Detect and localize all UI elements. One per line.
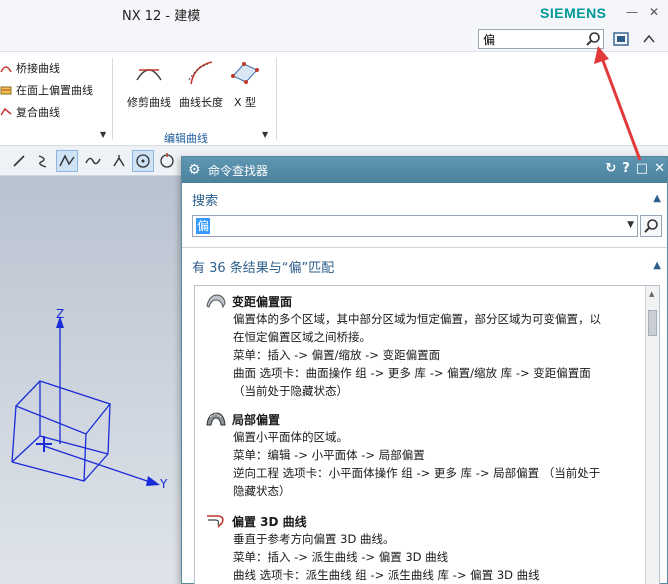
ribbon: 桥接曲线 在面上偏置曲线 复合曲线 ▼ 修剪曲线 曲线长度 X 型 编辑曲线 ▼ — [0, 52, 668, 146]
result-ribbon-path: 曲面 选项卡：曲面操作 组 -> 更多 库 -> 偏置/缩放 库 -> 变距偏置… — [233, 366, 591, 380]
result-ribbon-path: 逆向工程 选项卡：小平面体操作 组 -> 更多 库 -> 局部偏置 （当前处于 — [233, 466, 601, 480]
window-layout-icon[interactable] — [612, 30, 630, 48]
finder-search-input[interactable]: 偏 ▼ — [192, 215, 638, 237]
siemens-logo: SIEMENS — [540, 5, 607, 21]
edit-curve-group-label: 编辑曲线 — [164, 132, 208, 145]
ribbon-item-label: 桥接曲线 — [16, 62, 60, 75]
result-description: 在恒定偏置区域之间桥接。 — [233, 330, 371, 344]
trim-curve-button[interactable]: 修剪曲线 — [120, 58, 178, 110]
window-title: NX 12 - 建模 — [122, 9, 201, 24]
composite-curve-icon — [0, 107, 12, 116]
trim-curve-icon — [136, 69, 162, 81]
dialog-title: 命令查找器 — [208, 164, 269, 178]
result-status: （当前处于隐藏状态） — [233, 384, 348, 398]
results-list[interactable]: 变距偏置面 偏置体的多个区域，其中部分区域为恒定偏置，部分区域为可变偏置，以 在… — [194, 285, 660, 584]
dropdown-arrow-icon[interactable]: ▼ — [627, 220, 634, 230]
snap-spline-icon[interactable] — [82, 150, 104, 172]
close-icon[interactable]: ✕ — [654, 161, 665, 176]
gear-icon[interactable]: ⚙ — [188, 162, 201, 178]
title-bar: NX 12 - 建模 SIEMENS — ✕ — [0, 0, 668, 26]
result-menu-path: 菜单：编辑 -> 小平面体 -> 局部偏置 — [233, 448, 425, 462]
dialog-header: ⚙ 命令查找器 ↻ ? □ ✕ — [182, 157, 667, 183]
result-item-local-offset[interactable]: 局部偏置 偏置小平面体的区域。 菜单：编辑 -> 小平面体 -> 局部偏置 逆向… — [205, 410, 643, 500]
curve-length-icon — [188, 61, 213, 85]
ribbon-item-label: 在面上偏置曲线 — [16, 84, 93, 97]
finder-search-value: 偏 — [196, 218, 211, 234]
ribbon-item-offset-curve-on-face[interactable]: 在面上偏置曲线 — [0, 80, 93, 100]
collapse-results-icon[interactable]: ▲ — [653, 260, 661, 271]
results-header: 有 36 条结果与“偏”匹配 — [192, 261, 335, 276]
result-description: 偏置体的多个区域，其中部分区域为恒定偏置，部分区域为可变偏置，以 — [233, 312, 601, 326]
trim-curve-label: 修剪曲线 — [127, 96, 171, 109]
results-scrollbar[interactable]: ▲ — [645, 286, 659, 584]
help-icon[interactable]: ? — [622, 161, 630, 176]
ribbon-item-bridge-curve[interactable]: 桥接曲线 — [0, 58, 60, 78]
result-title: 偏置 3D 曲线 — [232, 514, 307, 529]
minimize-icon[interactable]: — — [624, 4, 640, 20]
close-icon[interactable]: ✕ — [646, 4, 662, 20]
result-description: 垂直于参考方向偏置 3D 曲线。 — [233, 532, 395, 546]
result-ribbon-path: 曲线 选项卡：派生曲线 组 -> 派生曲线 库 -> 偏置 3D 曲线 — [233, 568, 540, 582]
variable-offset-face-icon — [206, 294, 226, 309]
snap-endpoint-icon[interactable] — [56, 150, 78, 172]
result-item-variable-offset-face[interactable]: 变距偏置面 偏置体的多个区域，其中部分区域为恒定偏置，部分区域为可变偏置，以 在… — [205, 292, 643, 400]
z-axis-label: Z — [56, 307, 64, 321]
snap-curve-icon[interactable] — [32, 150, 54, 172]
offset-3d-curve-icon — [207, 515, 224, 528]
snap-center-icon[interactable] — [132, 150, 154, 172]
scrollbar-thumb[interactable] — [648, 310, 657, 336]
group-more-caret[interactable]: ▼ — [262, 130, 268, 139]
result-status: 隐藏状态） — [233, 484, 291, 498]
wcs-triad: Z Y — [11, 307, 168, 491]
maximize-icon[interactable]: □ — [636, 161, 648, 176]
graphics-viewport[interactable]: Z Y — [0, 176, 183, 584]
x-form-button[interactable]: X 型 — [216, 58, 274, 110]
result-title: 变距偏置面 — [232, 294, 293, 309]
result-description: 偏置小平面体的区域。 — [233, 430, 348, 444]
local-offset-icon — [206, 412, 226, 426]
ribbon-item-label: 复合曲线 — [16, 106, 60, 119]
ribbon-separator — [276, 58, 277, 140]
section-divider — [182, 247, 667, 248]
result-item-offset-3d-curve[interactable]: 偏置 3D 曲线 垂直于参考方向偏置 3D 曲线。 菜单：插入 -> 派生曲线 … — [205, 512, 643, 584]
offset-curve-on-face-icon — [0, 86, 12, 95]
command-search-box[interactable] — [478, 29, 604, 49]
collapse-ribbon-icon[interactable] — [640, 30, 658, 48]
ribbon-separator — [112, 58, 113, 140]
y-axis-label: Y — [159, 477, 168, 491]
ribbon-item-composite-curve[interactable]: 复合曲线 — [0, 102, 60, 122]
snap-intersection-icon[interactable] — [108, 150, 130, 172]
result-menu-path: 菜单：插入 -> 偏置/缩放 -> 变距偏置面 — [233, 348, 441, 362]
ribbon-top-bar — [0, 26, 668, 52]
command-search-input[interactable] — [479, 30, 579, 48]
bridge-curve-icon — [0, 66, 12, 73]
search-section-label: 搜索 — [192, 194, 219, 209]
snap-line-icon[interactable] — [8, 150, 30, 172]
group-more-caret[interactable]: ▼ — [100, 130, 106, 139]
collapse-search-icon[interactable]: ▲ — [653, 193, 661, 204]
result-title: 局部偏置 — [232, 412, 281, 427]
search-icon[interactable] — [585, 31, 601, 47]
x-form-label: X 型 — [233, 96, 257, 109]
search-icon — [644, 219, 658, 233]
command-finder-dialog: ⚙ 命令查找器 ↻ ? □ ✕ 搜索 ▲ 偏 ▼ 有 36 条结果与“偏”匹配 … — [181, 156, 668, 584]
finder-search-button[interactable] — [640, 215, 662, 237]
snap-quadrant-icon[interactable] — [156, 150, 178, 172]
reset-icon[interactable]: ↻ — [605, 161, 616, 176]
scroll-up-icon[interactable]: ▲ — [649, 290, 654, 298]
x-form-icon — [231, 62, 259, 84]
result-menu-path: 菜单：插入 -> 派生曲线 -> 偏置 3D 曲线 — [233, 550, 449, 564]
